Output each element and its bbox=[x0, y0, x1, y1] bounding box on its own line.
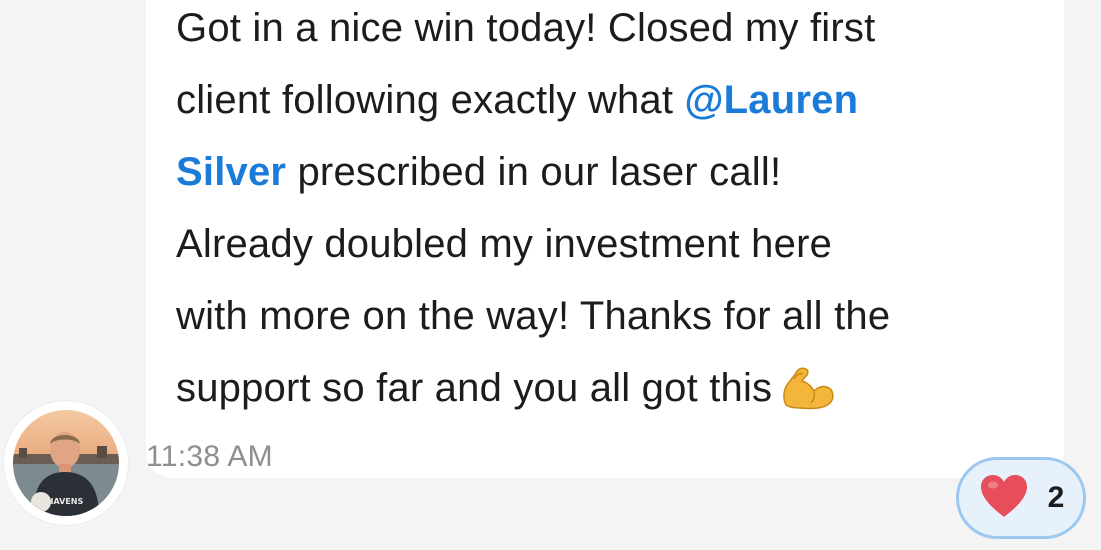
avatar-shirt-text: HAVENS bbox=[47, 497, 84, 506]
heart-reaction-button[interactable]: 2 bbox=[956, 457, 1086, 539]
mention-link[interactable]: Silver bbox=[176, 150, 286, 194]
message-line: Silver prescribed in our laser call! bbox=[176, 150, 782, 194]
user-avatar[interactable]: HAVENS bbox=[4, 401, 128, 525]
mention-link[interactable]: @Lauren bbox=[684, 78, 858, 122]
message-text: Got in a nice win today! Closed my first… bbox=[176, 0, 1056, 434]
chat-message-row: Got in a nice win today! Closed my first… bbox=[0, 0, 1101, 550]
heart-icon bbox=[978, 473, 1030, 524]
reaction-count: 2 bbox=[1047, 481, 1065, 514]
message-line: Got in a nice win today! Closed my first bbox=[176, 6, 876, 50]
avatar-photo: HAVENS bbox=[13, 410, 119, 516]
message-line: client following exactly what @Lauren bbox=[176, 78, 859, 122]
message-line: support so far and you all got this bbox=[176, 352, 1056, 434]
message-line: with more on the way! Thanks for all the bbox=[176, 294, 891, 338]
message-timestamp: 11:38 AM bbox=[146, 440, 273, 473]
message-line: Already doubled my investment here bbox=[176, 222, 833, 266]
flexed-biceps-icon bbox=[778, 361, 836, 434]
